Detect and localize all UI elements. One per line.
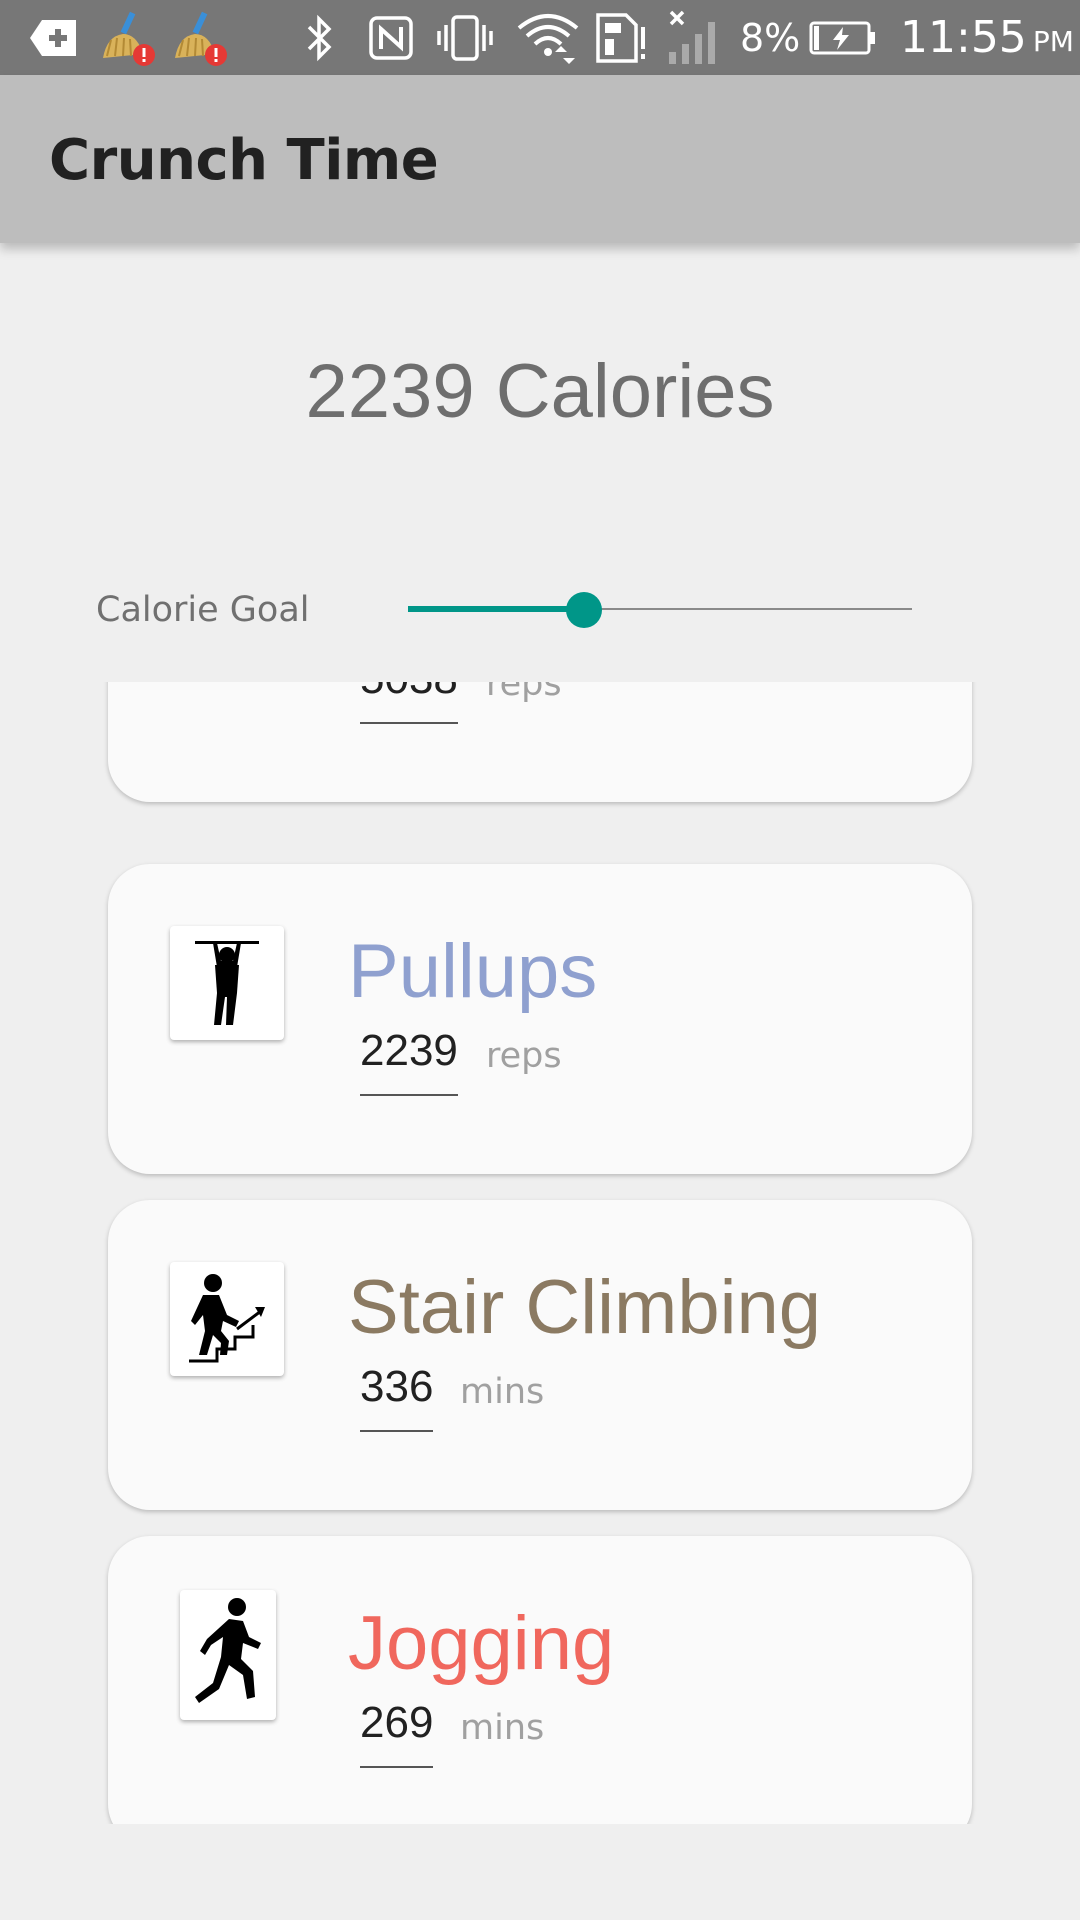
app-bar: Crunch Time	[0, 75, 1080, 243]
stair-climbing-icon	[170, 1262, 284, 1376]
clock-time: 11:55	[900, 12, 1027, 63]
slider-thumb[interactable]	[566, 592, 602, 628]
activity-card-situps[interactable]: 5038 reps	[108, 682, 972, 802]
pullup-icon	[170, 926, 284, 1040]
activity-name: Jogging	[348, 1601, 615, 1686]
calories-total: 2239 Calories	[305, 349, 775, 434]
calorie-goal-slider[interactable]	[408, 590, 912, 630]
clock: 11:55 PM	[900, 0, 1074, 75]
app-title: Crunch Time	[49, 128, 439, 193]
calorie-goal-label: Calorie Goal	[96, 590, 310, 630]
status-bar: 8% 11:55 PM	[0, 0, 1080, 75]
activity-list[interactable]: 5038 reps Pullups 2239 reps Sta	[0, 682, 1080, 1824]
slider-fill	[408, 606, 584, 612]
wifi-icon	[512, 0, 584, 75]
battery-percent: 8%	[740, 15, 801, 60]
activity-name: Stair Climbing	[348, 1265, 822, 1350]
jogging-icon	[180, 1590, 276, 1720]
screenshot-app-icon	[26, 0, 82, 75]
activity-unit: mins	[460, 1708, 545, 1748]
activity-value-input[interactable]: 336	[360, 1362, 434, 1432]
nfc-icon	[366, 0, 416, 75]
activity-value-input[interactable]: 2239	[360, 1026, 458, 1096]
activity-card-jogging[interactable]: Jogging 269 mins	[108, 1536, 972, 1824]
activity-card-pullups[interactable]: Pullups 2239 reps	[108, 864, 972, 1174]
clock-ampm: PM	[1032, 25, 1074, 58]
cleaner-alert-icon	[96, 0, 158, 75]
signal-no-service-icon	[666, 0, 728, 75]
activity-unit: mins	[460, 1372, 545, 1412]
activity-value-input[interactable]: 269	[360, 1698, 434, 1768]
bluetooth-icon	[300, 0, 340, 75]
activity-card-stair-climbing[interactable]: Stair Climbing 336 mins	[108, 1200, 972, 1510]
vibrate-icon	[432, 0, 498, 75]
activity-name: Pullups	[348, 929, 598, 1014]
activity-unit: reps	[486, 1036, 562, 1076]
battery-charging-icon	[808, 0, 878, 75]
storage-alert-icon	[594, 0, 650, 75]
cleaner-alert-icon	[168, 0, 230, 75]
activity-unit: reps	[486, 682, 562, 704]
activity-value-input[interactable]: 5038	[360, 682, 458, 724]
